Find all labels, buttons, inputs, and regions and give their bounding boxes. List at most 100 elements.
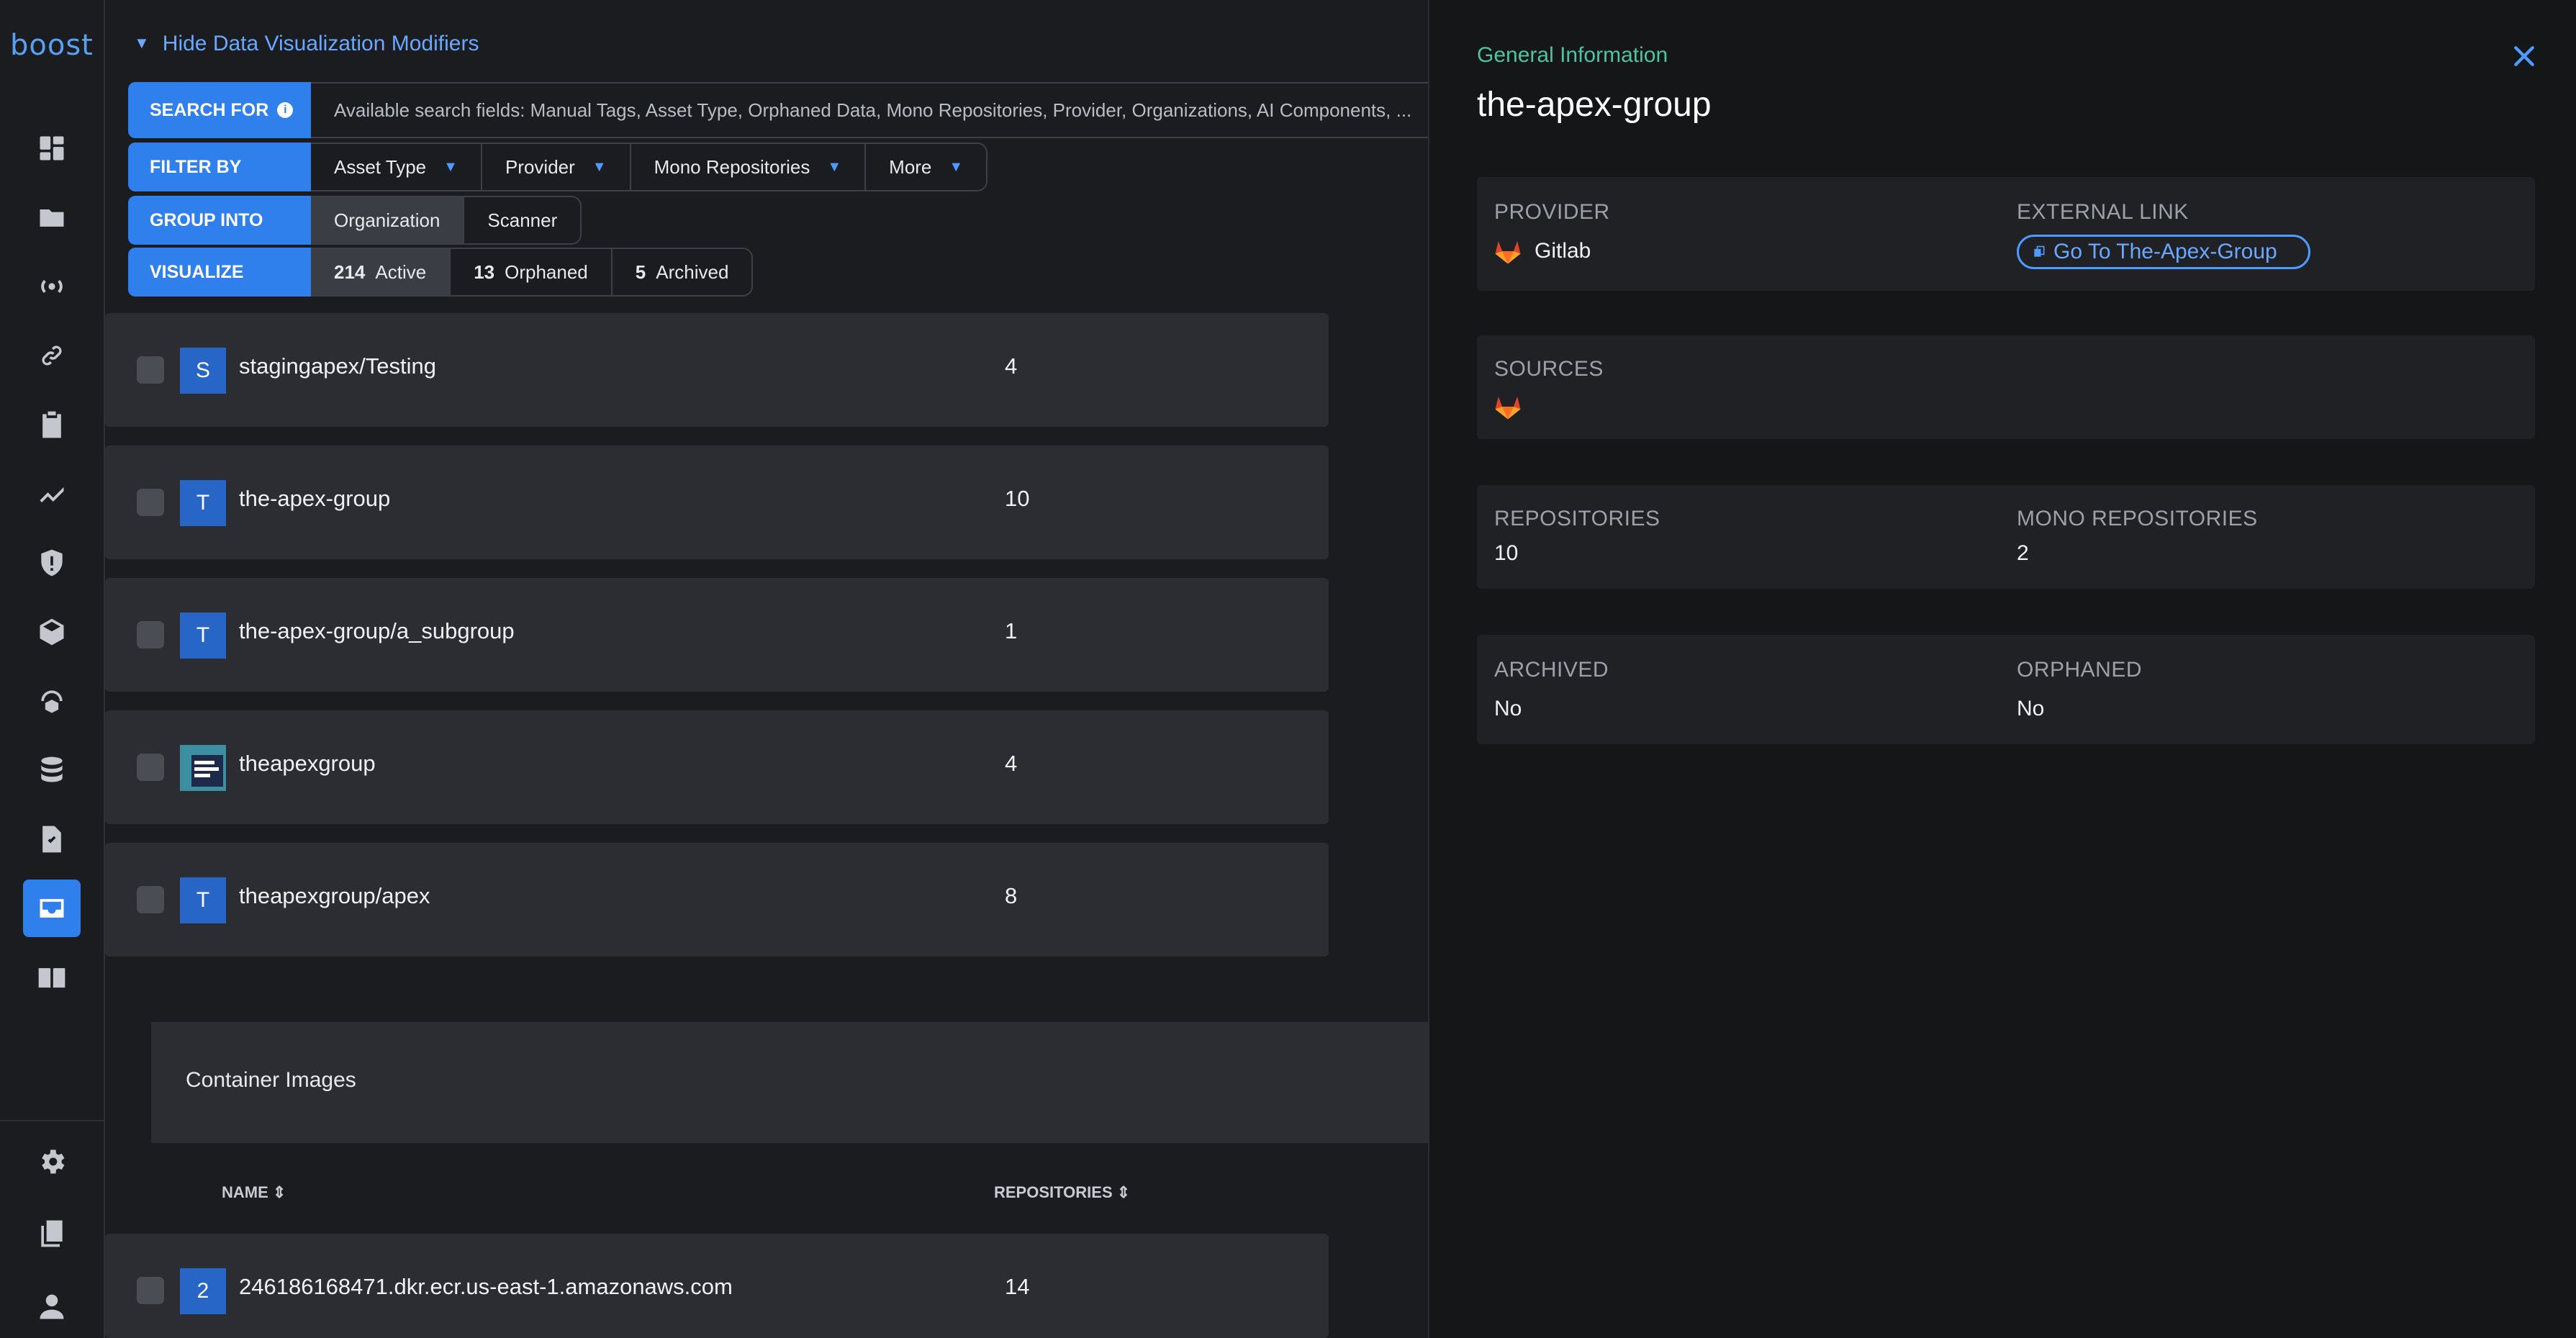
filter-more[interactable]: More ▼ [866,144,986,190]
org-image-avatar [180,745,226,791]
visualize-active[interactable]: 214 Active [311,249,451,295]
avatar: 2 [180,1268,226,1314]
database-icon[interactable] [23,741,81,799]
filter-by-label: FILTER BY [128,143,311,191]
org-count: 4 [1005,751,1018,776]
external-link-label: EXTERNAL LINK [2017,200,2189,224]
sidebar: boost [0,0,105,1338]
group-into-label: GROUP INTO [128,196,311,245]
avatar: T [180,877,226,923]
book-icon[interactable] [23,949,81,1006]
filter-asset-type[interactable]: Asset Type ▼ [311,144,482,190]
shield-icon[interactable] [23,534,81,592]
clipboard-icon[interactable] [23,396,81,453]
caret-down-icon: ▼ [827,158,842,175]
caret-down-icon: ▼ [949,158,964,175]
user-icon[interactable] [23,1278,81,1336]
group-options: Organization Scanner [311,196,582,245]
row-checkbox[interactable] [137,356,164,384]
org-name: theapexgroup/apex [239,883,430,908]
close-icon[interactable] [2510,42,2539,71]
broadcast-icon[interactable] [23,258,81,315]
archived-label: ARCHIVED [1494,658,1609,682]
org-name: theapexgroup [239,751,376,776]
avatar: T [180,480,226,526]
avatar: S [180,348,226,394]
column-header-repositories[interactable]: REPOSITORIES ⇕ [994,1183,1130,1202]
row-checkbox[interactable] [137,1277,164,1304]
row-checkbox[interactable] [137,489,164,516]
org-count: 8 [1005,883,1018,908]
gitlab-icon [1495,241,1521,264]
search-row: SEARCH FOR i Available search fields: Man… [128,82,1428,138]
copy-link-icon [2034,245,2045,257]
image-count: 14 [1005,1274,1030,1299]
sidebar-divider [0,1120,104,1121]
org-name: the-apex-group/a_subgroup [239,618,515,643]
gear-icon[interactable] [23,1133,81,1190]
panel-title: the-apex-group [1477,86,1712,124]
column-header-name[interactable]: NAME ⇕ [222,1183,286,1202]
gitlab-icon [1495,397,1521,420]
sources-label: SOURCES [1494,357,1604,381]
mono-repositories-value: 2 [2017,541,2029,565]
repositories-value: 10 [1494,541,1519,565]
row-checkbox[interactable] [137,886,164,913]
visualize-archived[interactable]: 5 Archived [613,249,752,295]
filter-provider[interactable]: Provider ▼ [482,144,631,190]
provider-label: PROVIDER [1494,200,1610,224]
copy-icon[interactable] [23,1205,81,1262]
sources-card: SOURCES [1477,335,2535,439]
trend-icon[interactable] [23,465,81,523]
org-count: 1 [1005,618,1018,643]
table-row[interactable]: T theapexgroup/apex 8 [105,843,1329,957]
info-icon[interactable]: i [277,102,294,118]
folder-icon[interactable] [23,189,81,246]
visualize-options: 214 Active 13 Orphaned 5 Archived [311,248,754,297]
cloud-package-icon[interactable] [23,672,81,730]
external-link-button[interactable]: Go To The-Apex-Group [2017,235,2310,269]
search-for-label: SEARCH FOR i [128,82,311,138]
table-row[interactable]: T the-apex-group 10 [105,446,1329,559]
archived-value: No [1494,697,1522,720]
details-panel: General Information the-apex-group PROVI… [1428,0,2576,1338]
cube-icon[interactable] [23,603,81,661]
filter-row: FILTER BY Asset Type ▼ Provider ▼ Mono Rep… [128,143,988,191]
table-row[interactable]: theapexgroup 4 [105,710,1329,824]
repositories-card: REPOSITORIES 10 MONO REPOSITORIES 2 [1477,485,2535,589]
filter-options: Asset Type ▼ Provider ▼ Mono Repositories ▼… [311,143,988,191]
org-logo-icon [180,745,226,791]
search-input[interactable]: Available search fields: Manual Tags, As… [311,82,1428,138]
provider-card: PROVIDER Gitlab EXTERNAL LINK Go To The-… [1477,177,2535,291]
table-row[interactable]: 2 246186168471.dkr.ecr.us-east-1.amazona… [105,1234,1329,1338]
status-card: ARCHIVED No ORPHANED No [1477,635,2535,744]
table-row[interactable]: T the-apex-group/a_subgroup 1 [105,578,1329,692]
group-row: GROUP INTO Organization Scanner [128,196,582,245]
section-title: Container Images [186,1068,356,1092]
mono-repositories-label: MONO REPOSITORIES [2017,507,2258,530]
image-name: 246186168471.dkr.ecr.us-east-1.amazonaws… [239,1274,733,1299]
dashboard-icon[interactable] [23,119,81,177]
provider-value: Gitlab [1535,239,1591,263]
orphaned-value: No [2017,697,2045,720]
table-row[interactable]: S stagingapex/Testing 4 [105,313,1329,427]
toggle-modifiers-label: Hide Data Visualization Modifiers [162,32,479,55]
visualize-orphaned[interactable]: 13 Orphaned [451,249,613,295]
group-organization[interactable]: Organization [311,197,465,243]
avatar: T [180,613,226,659]
document-check-icon[interactable] [23,810,81,868]
orphaned-label: ORPHANED [2017,658,2143,682]
repositories-label: REPOSITORIES [1494,507,1660,530]
link-icon[interactable] [23,327,81,384]
visualize-label: VISUALIZE [128,248,311,297]
row-checkbox[interactable] [137,754,164,781]
row-checkbox[interactable] [137,621,164,648]
caret-down-icon: ▼ [443,158,458,175]
toggle-modifiers[interactable]: ▼ Hide Data Visualization Modifiers [134,32,479,56]
org-count: 4 [1005,353,1018,379]
inbox-icon[interactable] [23,880,81,937]
group-scanner[interactable]: Scanner [464,197,580,243]
filter-mono-repositories[interactable]: Mono Repositories ▼ [631,144,867,190]
container-images-section: Container Images [151,1022,1447,1143]
app-logo[interactable]: boost [10,29,94,62]
